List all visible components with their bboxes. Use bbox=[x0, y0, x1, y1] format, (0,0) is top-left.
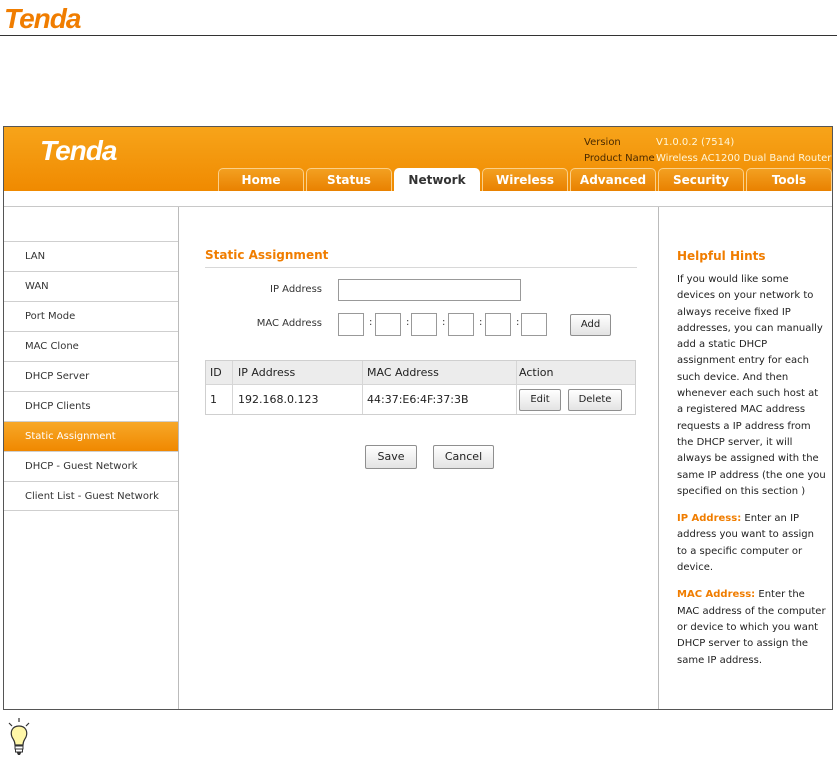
ip-address-input[interactable] bbox=[338, 279, 521, 301]
sidebar-item-dhcp-clients[interactable]: DHCP Clients bbox=[4, 391, 178, 421]
tab-wireless[interactable]: Wireless bbox=[482, 168, 568, 191]
mac-separator: : bbox=[516, 317, 520, 328]
tab-tools[interactable]: Tools bbox=[746, 168, 832, 191]
device-info: Version V1.0.0.2 (7514) Product NameWirel… bbox=[584, 135, 831, 167]
column-divider bbox=[362, 361, 363, 414]
add-button[interactable]: Add bbox=[570, 314, 611, 336]
row-mac-address: 44:37:E6:4F:37:3B bbox=[367, 393, 469, 406]
sidebar: LAN WAN Port Mode MAC Clone DHCP Server … bbox=[4, 207, 179, 709]
mac-octet-5-input[interactable] bbox=[485, 313, 511, 336]
tab-security[interactable]: Security bbox=[658, 168, 744, 191]
mac-octet-1-input[interactable] bbox=[338, 313, 364, 336]
column-header-ip-address: IP Address bbox=[238, 366, 296, 379]
lightbulb-icon bbox=[8, 718, 30, 755]
sidebar-item-client-list-guest-network[interactable]: Client List - Guest Network bbox=[4, 481, 178, 511]
static-assignment-table: ID IP Address MAC Address Action 1 192.1… bbox=[205, 360, 636, 415]
mac-octet-2-input[interactable] bbox=[375, 313, 401, 336]
sub-nav-bar bbox=[4, 191, 832, 207]
column-header-action: Action bbox=[519, 366, 554, 379]
sidebar-item-static-assignment[interactable]: Static Assignment bbox=[4, 421, 178, 451]
column-header-mac-address: MAC Address bbox=[367, 366, 439, 379]
version-value: V1.0.0.2 (7514) bbox=[656, 137, 735, 148]
document-header-rule bbox=[0, 35, 837, 36]
document-logo: Tenda bbox=[4, 3, 81, 34]
hints-intro: If you would like some devices on your n… bbox=[677, 274, 826, 497]
main-content: Static Assignment IP Address MAC Address… bbox=[180, 207, 659, 709]
row-id: 1 bbox=[210, 393, 217, 406]
save-button[interactable]: Save bbox=[365, 445, 417, 469]
sidebar-item-mac-clone[interactable]: MAC Clone bbox=[4, 331, 178, 361]
hint-ip-address: IP Address: Enter an IP address you want… bbox=[677, 511, 827, 576]
delete-button[interactable]: Delete bbox=[568, 389, 622, 411]
helpful-hints-panel: Helpful Hints If you would like some dev… bbox=[660, 207, 832, 709]
mac-octet-6-input[interactable] bbox=[521, 313, 547, 336]
router-ui-screenshot: Tenda Version V1.0.0.2 (7514) Product Nam… bbox=[3, 126, 833, 710]
hint-mac-address: MAC Address: Enter the MAC address of th… bbox=[677, 587, 827, 668]
column-divider bbox=[232, 361, 233, 414]
product-name-value: Wireless AC1200 Dual Band Router bbox=[656, 153, 832, 164]
sidebar-item-dhcp-guest-network[interactable]: DHCP - Guest Network bbox=[4, 451, 178, 481]
version-label: Version bbox=[584, 137, 621, 148]
hints-title: Helpful Hints bbox=[677, 249, 766, 263]
tab-network[interactable]: Network bbox=[394, 168, 480, 192]
hint-mac-desc: Enter the MAC address of the computer or… bbox=[677, 589, 826, 666]
sidebar-item-dhcp-server[interactable]: DHCP Server bbox=[4, 361, 178, 391]
tab-advanced[interactable]: Advanced bbox=[570, 168, 656, 191]
sidebar-item-lan[interactable]: LAN bbox=[4, 241, 178, 271]
ip-address-label: IP Address bbox=[270, 284, 322, 295]
sidebar-item-wan[interactable]: WAN bbox=[4, 271, 178, 301]
mac-separator: : bbox=[479, 317, 483, 328]
router-logo: Tenda bbox=[40, 135, 117, 166]
cancel-button[interactable]: Cancel bbox=[433, 445, 494, 469]
tab-status[interactable]: Status bbox=[306, 168, 392, 191]
main-nav-tabs: Home Status Network Wireless Advanced Se… bbox=[218, 168, 832, 192]
sidebar-item-port-mode[interactable]: Port Mode bbox=[4, 301, 178, 331]
row-ip-address: 192.168.0.123 bbox=[238, 393, 319, 406]
column-header-id: ID bbox=[210, 366, 222, 379]
edit-button[interactable]: Edit bbox=[519, 389, 561, 411]
product-name-label: Product Name bbox=[584, 153, 655, 164]
section-title: Static Assignment bbox=[205, 248, 329, 262]
column-divider bbox=[516, 361, 517, 414]
mac-separator: : bbox=[406, 317, 410, 328]
top-banner: Tenda Version V1.0.0.2 (7514) Product Nam… bbox=[4, 127, 832, 192]
hint-mac-term: MAC Address: bbox=[677, 589, 756, 601]
mac-separator: : bbox=[442, 317, 446, 328]
hint-ip-term: IP Address: bbox=[677, 513, 742, 525]
mac-address-label: MAC Address bbox=[256, 318, 322, 329]
mac-separator: : bbox=[369, 317, 373, 328]
mac-octet-3-input[interactable] bbox=[411, 313, 437, 336]
tab-home[interactable]: Home bbox=[218, 168, 304, 191]
mac-octet-4-input[interactable] bbox=[448, 313, 474, 336]
section-divider bbox=[205, 267, 637, 268]
